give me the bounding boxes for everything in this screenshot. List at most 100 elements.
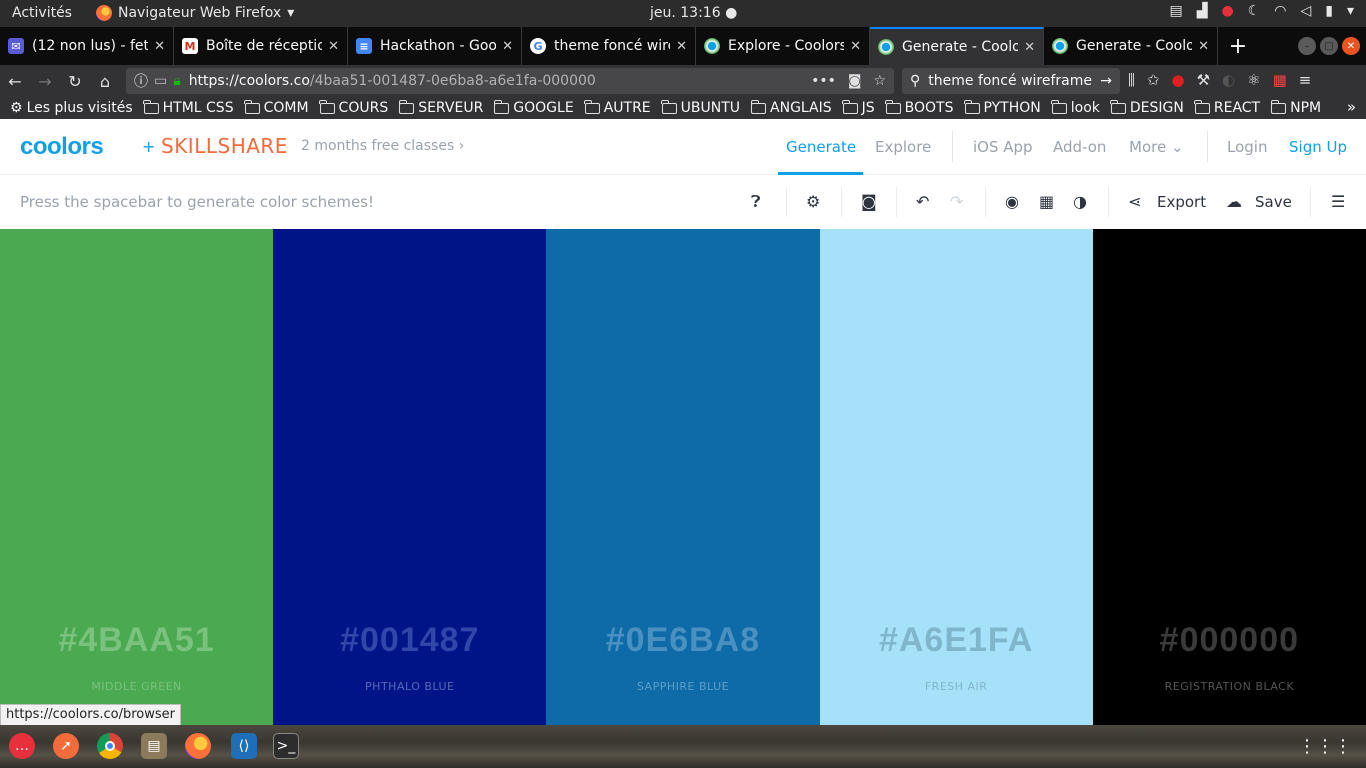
volume-icon[interactable]: ◁ bbox=[1300, 3, 1311, 19]
search-bar[interactable]: ⚲ theme foncé wireframe → bbox=[902, 68, 1120, 94]
swatch-hex[interactable]: #0E6BA8 bbox=[546, 621, 819, 660]
battery-icon[interactable]: ▮ bbox=[1325, 3, 1333, 19]
nav-more[interactable]: More ⌄ bbox=[1129, 138, 1184, 156]
export-button[interactable]: Export bbox=[1157, 193, 1206, 211]
lock-icon[interactable]: 🔒︎ bbox=[173, 73, 180, 89]
compass-app-icon[interactable]: ➚ bbox=[53, 733, 79, 759]
close-icon[interactable]: ✕ bbox=[154, 39, 165, 54]
wrench-icon[interactable]: ⚒ bbox=[1197, 71, 1210, 89]
chart-icon[interactable]: ▟ bbox=[1197, 3, 1208, 19]
swatch-hex[interactable]: #000000 bbox=[1093, 621, 1366, 660]
react-devtools-icon[interactable]: ⚛ bbox=[1247, 71, 1260, 89]
pocket-icon[interactable]: ◙ bbox=[848, 73, 862, 89]
activities-button[interactable]: Activités bbox=[12, 5, 72, 21]
chat-icon[interactable]: ● bbox=[1221, 3, 1233, 19]
color-swatch[interactable]: #000000 REGISTRATION BLACK bbox=[1092, 229, 1366, 725]
bookmark-folder[interactable]: SERVEUR bbox=[398, 99, 483, 116]
nav-explore[interactable]: Explore bbox=[875, 138, 931, 156]
help-icon[interactable]: ❓︎ bbox=[751, 192, 761, 212]
menu-icon[interactable]: ☰ bbox=[1331, 192, 1345, 211]
close-icon[interactable]: ✕ bbox=[328, 39, 339, 54]
close-icon[interactable]: ✕ bbox=[1198, 39, 1209, 54]
coolors-logo[interactable]: coolors bbox=[20, 133, 104, 161]
bookmark-folder[interactable]: ANGLAIS bbox=[750, 99, 832, 116]
close-icon[interactable]: ✕ bbox=[676, 39, 687, 54]
bookmark-most-visited[interactable]: ⚙ Les plus visités bbox=[10, 100, 133, 116]
file-manager-icon[interactable]: ▤ bbox=[141, 733, 167, 759]
skillshare-logo[interactable]: SKILLSHARE bbox=[161, 134, 288, 158]
extension-red-icon[interactable]: ● bbox=[1171, 71, 1184, 89]
close-icon[interactable]: ✕ bbox=[850, 39, 861, 54]
bookmark-folder[interactable]: GOOGLE bbox=[493, 99, 574, 116]
undo-icon[interactable]: ↶ bbox=[916, 192, 929, 211]
extension-dark-icon[interactable]: ◐ bbox=[1222, 71, 1235, 89]
bookmark-folder[interactable]: COMM bbox=[244, 99, 309, 116]
bookmark-folder[interactable]: AUTRE bbox=[584, 99, 651, 116]
redo-icon[interactable]: ↷ bbox=[950, 192, 963, 211]
promo-link[interactable]: 2 months free classes › bbox=[301, 138, 464, 154]
permissions-icon[interactable]: ▭ bbox=[154, 73, 167, 89]
tab-mail[interactable]: ✉ (12 non lus) - fett ✕ bbox=[0, 27, 174, 65]
firefox-icon[interactable] bbox=[185, 733, 211, 759]
info-icon[interactable]: ⓘ bbox=[134, 71, 148, 91]
chat-app-icon[interactable]: … bbox=[9, 733, 35, 759]
hamburger-menu-icon[interactable]: ≡ bbox=[1299, 71, 1312, 89]
nav-addon[interactable]: Add-on bbox=[1053, 138, 1106, 156]
login-link[interactable]: Login bbox=[1227, 138, 1267, 156]
page-actions-icon[interactable]: ••• bbox=[811, 73, 836, 89]
close-window-icon[interactable]: ✕ bbox=[1342, 37, 1360, 55]
nav-generate[interactable]: Generate bbox=[786, 138, 856, 156]
app-menu[interactable]: Navigateur Web Firefox ▾ bbox=[96, 5, 294, 21]
bookmark-folder[interactable]: COURS bbox=[319, 99, 388, 116]
bookmark-star-icon[interactable]: ☆ bbox=[873, 73, 886, 89]
contrast-icon[interactable]: ◑ bbox=[1073, 192, 1087, 211]
bookmark-folder[interactable]: JS bbox=[842, 99, 875, 116]
reload-icon[interactable]: ↻ bbox=[60, 72, 90, 91]
clock[interactable]: jeu. 13:16 ● bbox=[650, 5, 737, 21]
bookmark-folder[interactable]: PYTHON bbox=[964, 99, 1041, 116]
vscode-icon[interactable]: ⟨⟩ bbox=[231, 733, 257, 759]
close-icon[interactable]: ✕ bbox=[502, 39, 513, 54]
color-swatch[interactable]: #A6E1FA FRESH AIR bbox=[819, 229, 1093, 725]
url-bar[interactable]: ⓘ ▭ 🔒︎ https://coolors.co/4baa51-001487-… bbox=[126, 68, 894, 94]
color-swatch[interactable]: #4BAA51 MIDDLE GREEN bbox=[0, 229, 274, 725]
show-apps-icon[interactable]: ⋮⋮⋮ bbox=[1298, 736, 1352, 757]
tab-explore-coolors[interactable]: Explore - Coolors ✕ bbox=[696, 27, 870, 65]
bookmark-folder[interactable]: DESIGN bbox=[1110, 99, 1184, 116]
tab-gmail[interactable]: M Boîte de réceptio ✕ bbox=[174, 27, 348, 65]
chevron-right-double-icon[interactable]: » bbox=[1347, 98, 1356, 116]
bookmark-folder[interactable]: NPM bbox=[1270, 99, 1321, 116]
extension-star-icon[interactable]: ✩ bbox=[1147, 71, 1160, 89]
terminal-icon[interactable]: >_ bbox=[273, 733, 299, 759]
close-icon[interactable]: ✕ bbox=[1024, 40, 1035, 55]
extension-grid-icon[interactable]: ▦ bbox=[1273, 71, 1287, 89]
go-arrow-icon[interactable]: → bbox=[1100, 73, 1112, 89]
minimize-icon[interactable]: – bbox=[1298, 37, 1316, 55]
bookmark-folder[interactable]: REACT bbox=[1194, 99, 1260, 116]
tab-generate-coolors-active[interactable]: Generate - Coolo ✕ bbox=[870, 27, 1044, 65]
tab-generate-coolors[interactable]: Generate - Coolo ✕ bbox=[1044, 27, 1218, 65]
forward-icon[interactable]: → bbox=[30, 72, 60, 91]
new-tab-button[interactable]: + bbox=[1218, 27, 1258, 65]
clipboard-icon[interactable]: ▤ bbox=[1169, 3, 1182, 19]
tab-google-search[interactable]: G theme foncé wire ✕ bbox=[522, 27, 696, 65]
share-icon[interactable]: ⋖ bbox=[1128, 192, 1141, 211]
bookmark-folder[interactable]: UBUNTU bbox=[661, 99, 740, 116]
search-input[interactable]: theme foncé wireframe bbox=[928, 73, 1092, 89]
moon-icon[interactable]: ☾ bbox=[1248, 3, 1261, 19]
bookmark-folder[interactable]: look bbox=[1051, 99, 1100, 116]
bookmark-folder[interactable]: HTML CSS bbox=[143, 99, 234, 116]
swatch-hex[interactable]: #A6E1FA bbox=[820, 621, 1093, 660]
chevron-down-icon[interactable]: ▾ bbox=[1347, 3, 1354, 19]
library-icon[interactable]: ⫼ bbox=[1128, 71, 1135, 89]
chrome-icon[interactable] bbox=[97, 733, 123, 759]
color-swatch[interactable]: #0E6BA8 SAPPHIRE BLUE bbox=[546, 229, 820, 725]
settings-gear-icon[interactable]: ⚙ bbox=[806, 192, 820, 211]
cloud-save-icon[interactable]: ☁ bbox=[1226, 192, 1242, 211]
camera-icon[interactable]: ◙ bbox=[861, 192, 877, 211]
eye-icon[interactable]: ◉ bbox=[1005, 192, 1019, 211]
color-swatch[interactable]: #001487 PHTHALO BLUE bbox=[273, 229, 547, 725]
signup-link[interactable]: Sign Up bbox=[1289, 138, 1347, 156]
home-icon[interactable]: ⌂ bbox=[90, 72, 120, 91]
bookmark-folder[interactable]: BOOTS bbox=[885, 99, 954, 116]
